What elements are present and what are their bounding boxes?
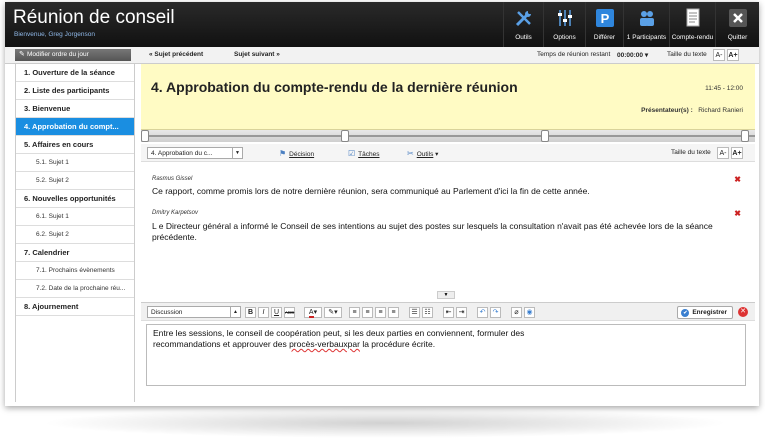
comment-editor[interactable]: Entre les sessions, le conseil de coopér… — [146, 324, 746, 386]
strikethrough-button[interactable]: ABC — [284, 307, 295, 318]
sidebar-item[interactable]: 8. Ajournement — [16, 298, 134, 316]
defer-button[interactable]: P Différer — [585, 2, 623, 47]
panel-splitter[interactable] — [141, 130, 755, 142]
app-window: Réunion de conseil Bienvenue, Greg Jorge… — [5, 2, 759, 406]
underline-button[interactable]: U — [271, 307, 282, 318]
sidebar-item[interactable]: 6. Nouvelles opportunités — [16, 190, 134, 208]
agenda-item-panel: 4. Approbation du compte-rendu de la der… — [141, 64, 755, 130]
comment-author: Dmitry Karpetsov — [152, 210, 199, 216]
text-larger-button[interactable]: A+ — [727, 49, 739, 61]
minutes-button[interactable]: Compte-rendu — [669, 2, 715, 47]
close-icon — [728, 9, 747, 27]
comments-area: Rasmus Gissel Ce rapport, comme promis l… — [141, 162, 755, 299]
sidebar-item[interactable]: 7.2. Date de la prochaine réu... — [16, 280, 134, 298]
outdent-icon[interactable]: ⇤ — [443, 307, 454, 318]
chevron-down-icon: ▼ — [232, 148, 242, 158]
sidebar-item[interactable]: 3. Bienvenue — [16, 100, 134, 118]
chevron-down-icon: ▲ — [230, 307, 240, 317]
tasks-link[interactable]: ☑ Tâches — [348, 149, 380, 158]
comment-author: Rasmus Gissel — [152, 176, 193, 182]
align-justify-icon[interactable]: ≡ — [388, 307, 399, 318]
redo-icon[interactable]: ↷ — [490, 307, 501, 318]
agenda-sidebar: 1. Ouverture de la séance 2. Liste des pa… — [15, 64, 135, 402]
splitter-handle[interactable] — [341, 130, 349, 142]
prev-subject-link[interactable]: « Sujet précédent — [149, 51, 203, 58]
sliders-icon — [557, 10, 572, 26]
sidebar-item[interactable]: 5. Affaires en cours — [16, 136, 134, 154]
participants-icon — [639, 11, 654, 26]
remaining-time-value[interactable]: 00:00:00 ▾ — [617, 51, 648, 59]
italic-button[interactable]: I — [258, 307, 269, 318]
content-text-smaller-button[interactable]: A- — [717, 147, 729, 159]
align-center-icon[interactable]: ≡ — [362, 307, 373, 318]
sidebar-item[interactable]: 7.1. Prochains évènements — [16, 262, 134, 280]
attachment-icon[interactable]: ⌀ — [511, 307, 522, 318]
pencil-icon: ✎ — [19, 51, 25, 58]
quit-button[interactable]: Quitter — [715, 2, 759, 47]
sidebar-item[interactable]: 6.2. Sujet 2 — [16, 226, 134, 244]
remaining-time-label: Temps de réunion restant — [537, 51, 611, 58]
tools-icon: ✂ — [407, 149, 414, 158]
save-button[interactable]: ✔ Enregistrer — [677, 306, 733, 319]
sidebar-item[interactable]: 5.1. Sujet 1 — [16, 154, 134, 172]
check-icon: ✔ — [681, 309, 690, 317]
welcome-text: Bienvenue, Greg Jorgenson — [14, 31, 95, 38]
parking-icon: P — [595, 9, 614, 27]
document-icon — [686, 8, 699, 27]
sidebar-item[interactable]: 6.1. Sujet 1 — [16, 208, 134, 226]
comment-text: L e Directeur général a informé le Conse… — [152, 221, 713, 242]
tools-button[interactable]: Outils — [503, 2, 543, 47]
undo-icon[interactable]: ↶ — [477, 307, 488, 318]
sidebar-item[interactable]: 4. Approbation du compt... — [16, 118, 134, 136]
collapse-toggle-icon[interactable]: ▼ — [437, 291, 455, 299]
splitter-handle[interactable] — [541, 130, 549, 142]
tools-icon — [515, 11, 531, 27]
content-text-size-label: Taille du texte — [671, 149, 711, 156]
comment-text: Ce rapport, comme promis lors de notre d… — [152, 186, 590, 196]
options-button[interactable]: Options — [543, 2, 585, 47]
align-left-icon[interactable]: ≡ — [349, 307, 360, 318]
delete-comment-icon[interactable]: ✖ — [734, 209, 741, 218]
agenda-item-time: 11:45 - 12:00 — [705, 85, 743, 92]
font-color-button[interactable]: A▾ — [304, 307, 322, 318]
agenda-item-title: 4. Approbation du compte-rendu de la der… — [151, 79, 518, 95]
content-text-larger-button[interactable]: A+ — [731, 147, 743, 159]
main-toolbar: ✎ Modifier ordre du jour « Sujet précéde… — [5, 47, 759, 64]
bold-button[interactable]: B — [245, 307, 256, 318]
delete-comment-icon[interactable]: ✖ — [734, 175, 741, 184]
content-toolbar: 4. Approbation du c... ▼ ⚑ Décision ☑ Tâch… — [141, 144, 755, 162]
app-header: Réunion de conseil Bienvenue, Greg Jorge… — [5, 2, 759, 47]
link-icon[interactable]: ◉ — [524, 307, 535, 318]
numbered-list-icon[interactable]: ☷ — [422, 307, 433, 318]
sidebar-item[interactable]: 2. Liste des participants — [16, 82, 134, 100]
sidebar-item[interactable]: 1. Ouverture de la séance — [16, 64, 134, 82]
splitter-handle[interactable] — [141, 130, 149, 142]
comment-type-select[interactable]: Discussion ▲ — [147, 306, 241, 318]
presenter-info: Présentateur(s) : Richard Ranieri — [641, 107, 743, 114]
text-size-label: Taille du texte — [667, 51, 707, 58]
indent-icon[interactable]: ⇥ — [456, 307, 467, 318]
content-tools-link[interactable]: ✂ Outils ▾ — [407, 149, 438, 158]
modify-order-button[interactable]: ✎ Modifier ordre du jour — [15, 49, 131, 61]
highlight-icon[interactable]: ✎▾ — [324, 307, 342, 318]
sidebar-item[interactable]: 5.2. Sujet 2 — [16, 172, 134, 190]
svg-text:P: P — [600, 11, 609, 26]
text-smaller-button[interactable]: A- — [713, 49, 725, 61]
splitter-handle[interactable] — [741, 130, 749, 142]
align-right-icon[interactable]: ≡ — [375, 307, 386, 318]
sidebar-item[interactable]: 7. Calendrier — [16, 244, 134, 262]
tasks-icon: ☑ — [348, 149, 356, 158]
frame-shadow — [40, 408, 730, 438]
decision-link[interactable]: ⚑ Décision — [279, 149, 314, 158]
agenda-list: 1. Ouverture de la séance 2. Liste des pa… — [16, 64, 134, 316]
cancel-icon[interactable]: ✕ — [738, 307, 748, 317]
agenda-item-select[interactable]: 4. Approbation du c... ▼ — [147, 147, 243, 159]
decision-icon: ⚑ — [279, 149, 287, 158]
bullet-list-icon[interactable]: ☰ — [409, 307, 420, 318]
next-subject-link[interactable]: Sujet suivant » — [234, 51, 280, 58]
editor-toolbar: Discussion ▲ B I U ABC A▾ ✎▾ ≡ ≡ ≡ ≡ ☰ ☷… — [141, 302, 755, 321]
app-title: Réunion de conseil — [13, 7, 175, 28]
participants-button[interactable]: 1 Participants — [623, 2, 669, 47]
